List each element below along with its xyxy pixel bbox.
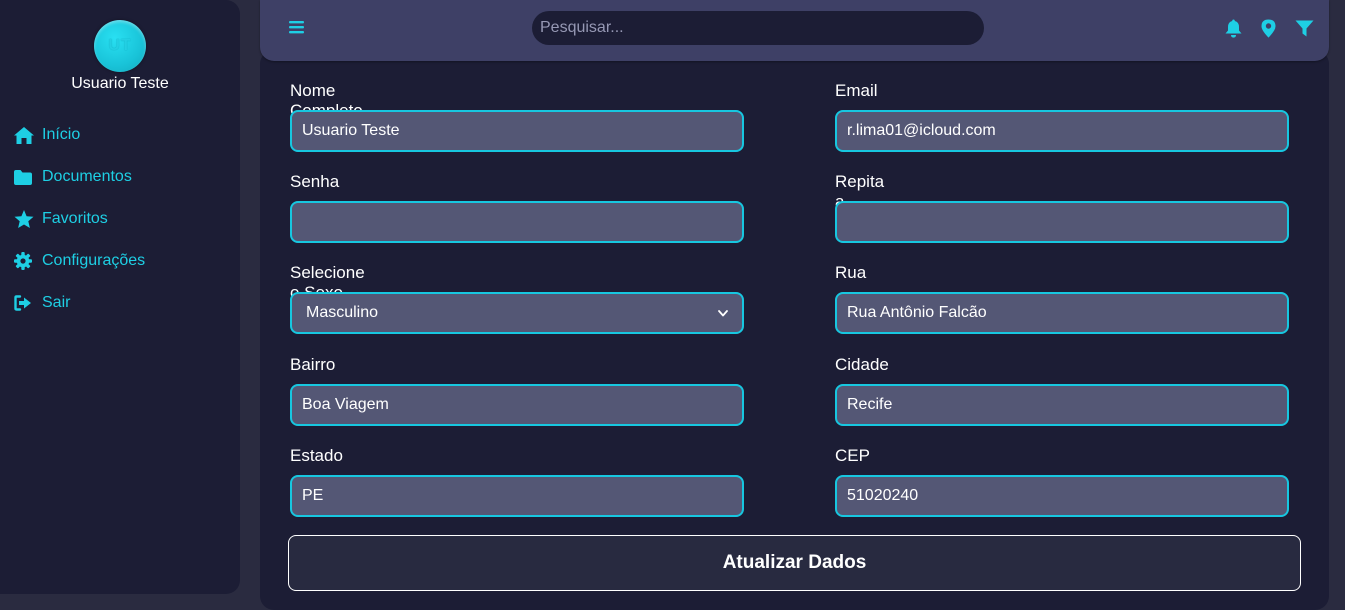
top-bar [260,0,1329,61]
avatar-initials: UT [108,37,132,54]
sidebar-item-inicio[interactable]: Início [14,114,145,156]
sidebar: UT Usuario Teste Início Documentos Favor… [0,0,240,594]
home-icon [14,125,36,145]
full-name-field[interactable] [290,110,744,152]
sidebar-item-label: Documentos [42,168,132,185]
filter-icon[interactable] [1294,18,1314,38]
avatar[interactable]: UT [94,20,146,72]
repeat-password-field[interactable] [835,201,1289,243]
street-field[interactable] [835,292,1289,334]
state-label: Estado [290,446,343,465]
sidebar-item-sair[interactable]: Sair [14,282,145,324]
search-input[interactable] [532,11,984,45]
username: Usuario Teste [71,75,169,92]
zip-field[interactable] [835,475,1289,517]
street-label: Rua [835,263,867,282]
zip-label: CEP [835,446,870,465]
sidebar-item-documentos[interactable]: Documentos [14,156,145,198]
neighborhood-label: Bairro [290,355,336,374]
sex-select-value: Masculino [306,304,379,321]
sidebar-item-favoritos[interactable]: Favoritos [14,198,145,240]
password-field[interactable] [290,201,744,243]
menu-icon[interactable] [288,17,308,37]
sidebar-item-configuracoes[interactable]: Configurações [14,240,145,282]
email-label: Email [835,81,878,100]
sidebar-item-label: Configurações [42,252,146,269]
sign-out-icon [14,293,36,313]
sex-select[interactable]: Masculino [290,292,744,334]
chevron-down-icon [718,304,728,322]
sidebar-item-label: Favoritos [42,210,108,227]
email-field[interactable] [835,110,1289,152]
sidebar-nav: Início Documentos Favoritos Configuraçõe… [14,114,145,324]
password-label: Senha [290,172,340,191]
sidebar-item-label: Início [42,126,81,143]
city-label: Cidade [835,355,889,374]
location-pin-icon[interactable] [1258,18,1278,38]
gear-icon [14,251,36,271]
neighborhood-field[interactable] [290,384,744,426]
star-icon [14,209,36,229]
folder-icon [14,167,36,187]
city-field[interactable] [835,384,1289,426]
update-data-button[interactable]: Atualizar Dados [288,535,1301,591]
state-field[interactable] [290,475,744,517]
sidebar-item-label: Sair [42,294,71,311]
bell-icon[interactable] [1223,18,1243,38]
